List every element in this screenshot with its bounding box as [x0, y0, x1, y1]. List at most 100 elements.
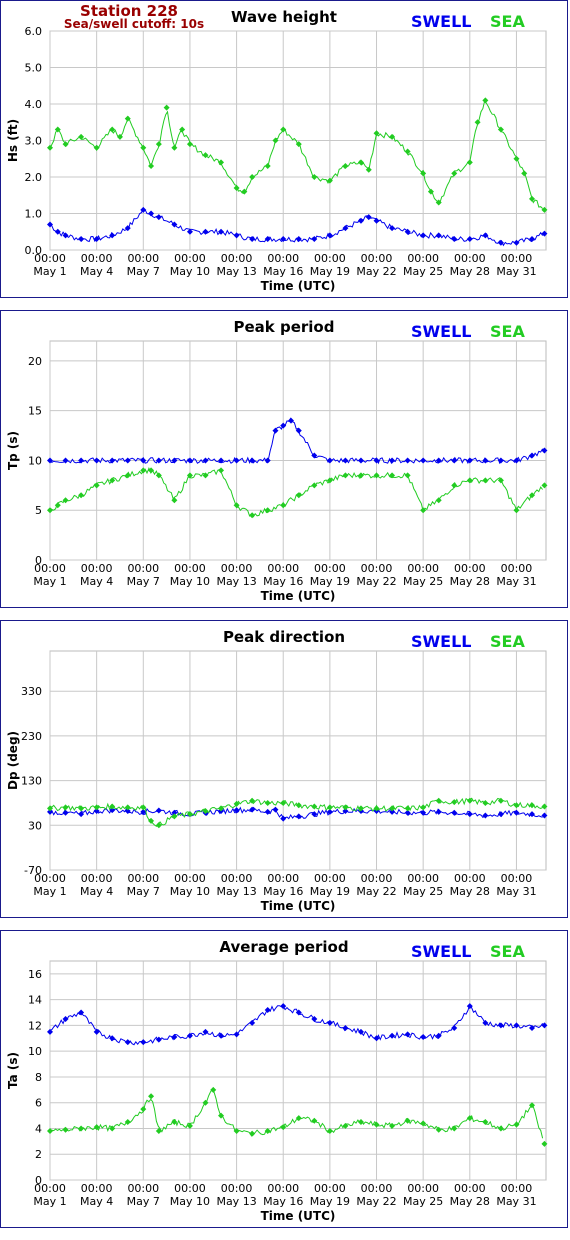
x-tick-date: May 22	[356, 885, 396, 898]
x-tick-time: 00:00	[407, 872, 439, 885]
y-tick-label: 5	[35, 504, 42, 517]
x-tick-time: 00:00	[314, 252, 346, 265]
average-period-chart: 024681012141600:00May 100:00May 400:00Ma…	[6, 938, 548, 1223]
x-tick-time: 00:00	[314, 1182, 346, 1195]
x-tick-date: May 28	[450, 265, 490, 278]
x-tick-time: 00:00	[174, 872, 206, 885]
x-tick-date: May 13	[216, 885, 256, 898]
x-tick-date: May 16	[263, 1195, 303, 1208]
x-tick-date: May 19	[310, 575, 350, 588]
x-tick-date: May 28	[450, 575, 490, 588]
x-tick-time: 00:00	[127, 562, 159, 575]
x-tick-time: 00:00	[361, 252, 393, 265]
x-axis-label: Time (UTC)	[261, 279, 336, 293]
x-tick-date: May 31	[496, 1195, 536, 1208]
y-tick-label: 5.0	[25, 62, 43, 75]
x-tick-date: May 16	[263, 885, 303, 898]
x-tick-time: 00:00	[361, 1182, 393, 1195]
chart-title: Wave height	[231, 8, 337, 26]
x-tick-time: 00:00	[174, 1182, 206, 1195]
x-tick-time: 00:00	[267, 252, 299, 265]
x-tick-date: May 10	[170, 1195, 210, 1208]
x-tick-time: 00:00	[81, 252, 113, 265]
x-tick-date: May 22	[356, 1195, 396, 1208]
x-tick-date: May 16	[263, 575, 303, 588]
x-tick-date: May 4	[80, 1195, 113, 1208]
y-axis-label: Hs (ft)	[6, 119, 20, 162]
x-tick-date: May 31	[496, 265, 536, 278]
x-tick-date: May 31	[496, 885, 536, 898]
x-tick-date: May 25	[403, 1195, 443, 1208]
y-tick-label: 10	[28, 454, 42, 467]
average-period-panel: 0 2 4 6 8 10 12 14 16 00:00 May 1 00:00 May 4 00:00 Ma…	[0, 930, 568, 1228]
x-tick-time: 00:00	[501, 872, 533, 885]
y-tick-label: 6.0	[25, 25, 43, 38]
x-tick-time: 00:00	[454, 1182, 486, 1195]
legend-sea: SEA	[490, 12, 525, 31]
y-tick-label: 4	[35, 1122, 42, 1135]
x-tick-date: May 10	[170, 885, 210, 898]
x-tick-date: May 4	[80, 885, 113, 898]
x-tick-date: May 22	[356, 265, 396, 278]
x-tick-date: May 13	[216, 1195, 256, 1208]
legend-sea: SEA	[490, 322, 525, 341]
x-tick-date: May 13	[216, 575, 256, 588]
legend-swell: SWELL	[411, 942, 472, 961]
x-tick-time: 00:00	[81, 1182, 113, 1195]
x-tick-time: 00:00	[34, 562, 66, 575]
legend-sea: SEA	[490, 942, 525, 961]
legend-swell: SWELL	[411, 632, 472, 651]
plot-area	[49, 340, 547, 561]
peak-direction-panel: -70 30 130 230 330 00:00 May 1 00:00 May 4 00:00 M…	[0, 620, 568, 918]
wave-height-panel: Station 228 Sea/swell cutoff: 10s 0.0 1.0…	[0, 0, 568, 298]
x-tick-date: May 28	[450, 1195, 490, 1208]
x-tick-date: May 22	[356, 575, 396, 588]
x-tick-time: 00:00	[454, 252, 486, 265]
x-tick-date: May 31	[496, 575, 536, 588]
x-tick-date: May 19	[310, 265, 350, 278]
x-tick-time: 00:00	[221, 872, 253, 885]
x-tick-date: May 7	[127, 1195, 160, 1208]
y-tick-label: 1.0	[25, 208, 43, 221]
y-tick-label: 15	[28, 405, 42, 418]
x-tick-date: May 7	[127, 575, 160, 588]
x-tick-time: 00:00	[267, 562, 299, 575]
x-tick-time: 00:00	[501, 252, 533, 265]
x-tick-date: May 7	[127, 265, 160, 278]
x-tick-time: 00:00	[34, 252, 66, 265]
x-tick-time: 00:00	[267, 1182, 299, 1195]
x-tick-time: 00:00	[407, 252, 439, 265]
legend-swell: SWELL	[411, 322, 472, 341]
y-tick-label: 20	[28, 355, 42, 368]
x-tick-date: May 7	[127, 885, 160, 898]
chart-title: Peak period	[234, 318, 335, 336]
x-tick-time: 00:00	[361, 562, 393, 575]
y-tick-label: 6	[35, 1097, 42, 1110]
x-tick-date: May 1	[33, 1195, 66, 1208]
y-tick-label: 230	[21, 730, 42, 743]
x-tick-date: May 10	[170, 575, 210, 588]
y-axis-label: Ta (s)	[6, 1052, 20, 1089]
x-tick-time: 00:00	[454, 872, 486, 885]
x-tick-date: May 4	[80, 575, 113, 588]
y-tick-label: 4.0	[25, 98, 43, 111]
x-tick-time: 00:00	[267, 872, 299, 885]
y-tick-label: 8	[35, 1071, 42, 1084]
x-tick-date: May 28	[450, 885, 490, 898]
x-tick-time: 00:00	[501, 1182, 533, 1195]
x-tick-time: 00:00	[361, 872, 393, 885]
peak-period-panel: 0 5 10 15 20 00:00 May 1 00:00 May 4 00:00 May 7 00…	[0, 310, 568, 608]
y-tick-label: 30	[28, 819, 42, 832]
x-tick-date: May 1	[33, 885, 66, 898]
x-tick-date: May 25	[403, 575, 443, 588]
x-tick-time: 00:00	[174, 562, 206, 575]
x-tick-date: May 10	[170, 265, 210, 278]
x-tick-time: 00:00	[407, 1182, 439, 1195]
peak-direction-chart: -703013023033000:00May 100:00May 400:00M…	[6, 628, 548, 913]
x-tick-time: 00:00	[81, 872, 113, 885]
plot-area	[49, 960, 547, 1181]
x-tick-date: May 16	[263, 265, 303, 278]
x-tick-date: May 1	[33, 575, 66, 588]
y-tick-label: 130	[21, 775, 42, 788]
x-tick-time: 00:00	[407, 562, 439, 575]
